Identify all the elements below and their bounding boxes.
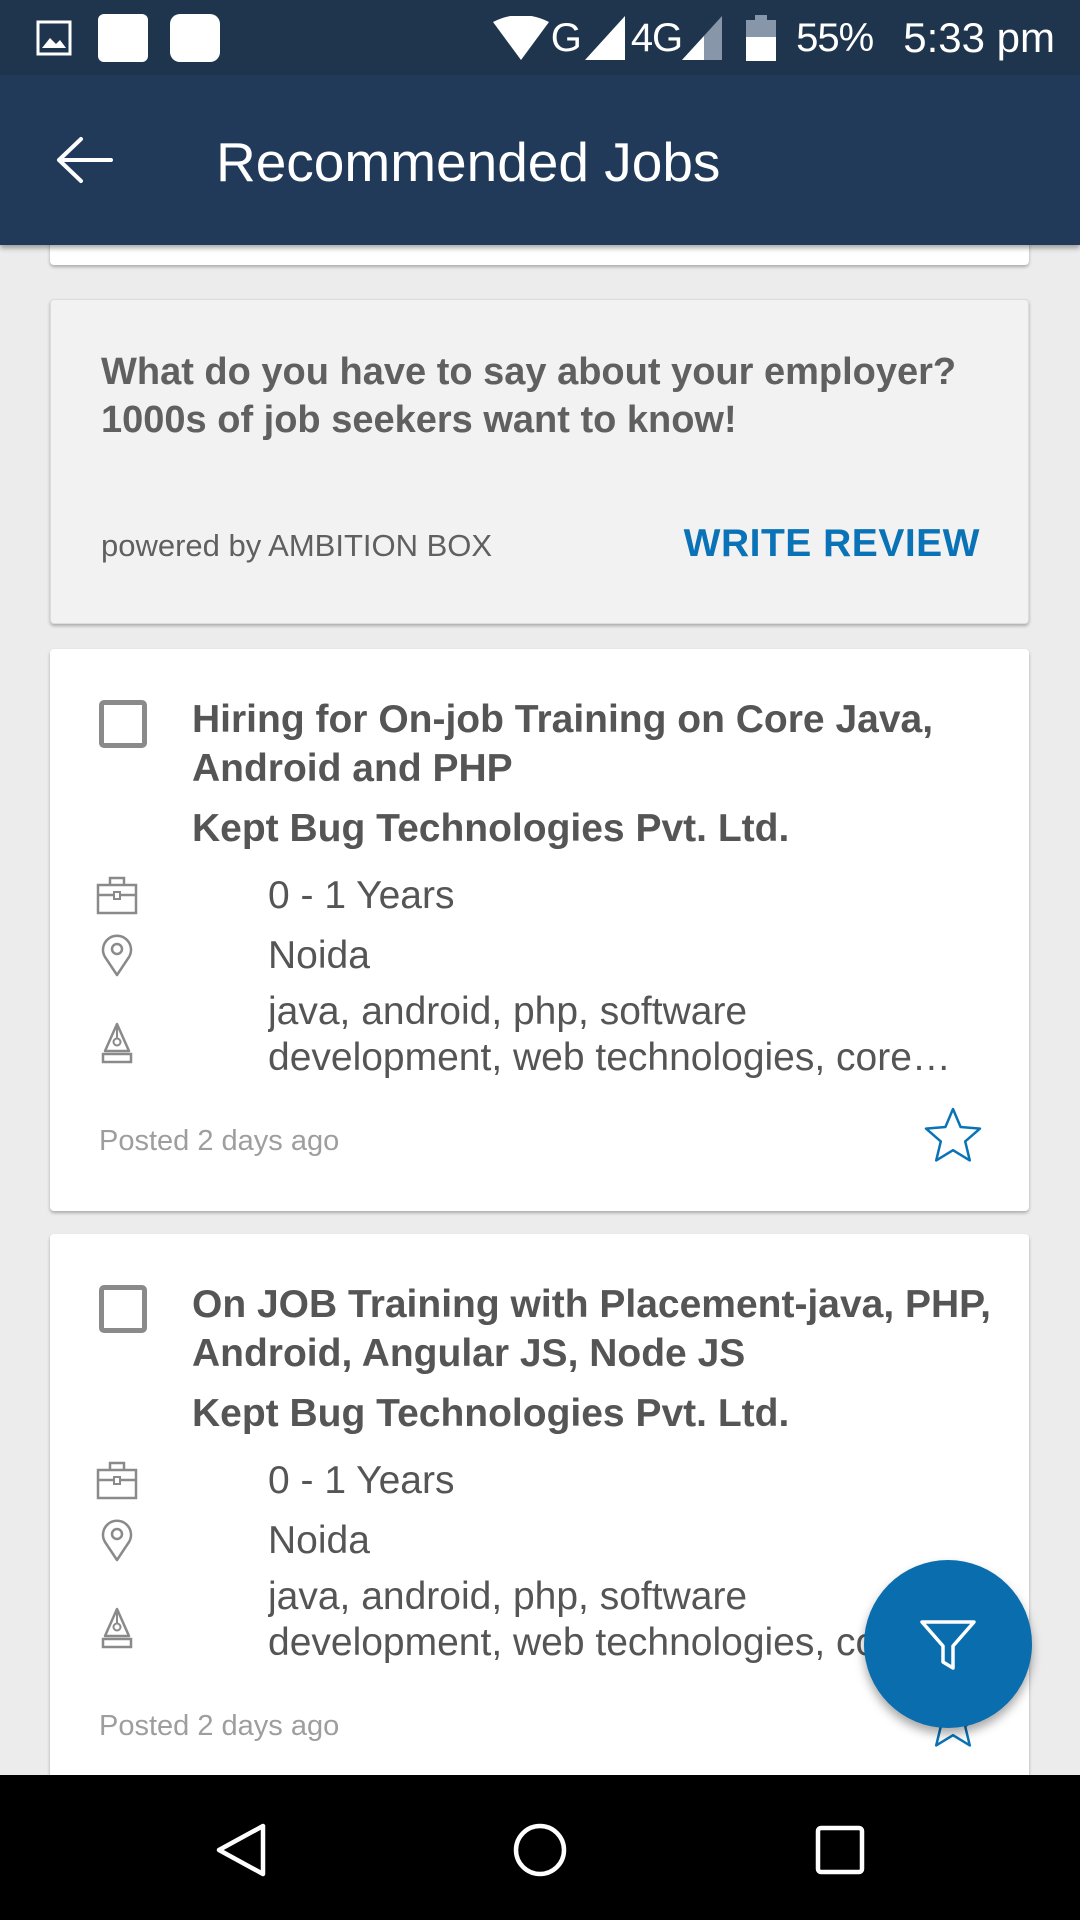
briefcase-icon bbox=[96, 876, 138, 915]
experience-text: 0 - 1 Years bbox=[268, 874, 455, 917]
app-bar: Recommended Jobs bbox=[0, 75, 1080, 245]
location-text: Noida bbox=[268, 1519, 370, 1562]
page-title: Recommended Jobs bbox=[216, 131, 721, 193]
job-title[interactable]: On JOB Training with Placement-java, PHP… bbox=[192, 1280, 992, 1378]
skills-text: java, android, php, software development… bbox=[268, 990, 951, 1079]
job-select-checkbox[interactable] bbox=[99, 700, 147, 748]
gallery-notification-icon bbox=[36, 20, 72, 56]
status-bar: G 4G 55% 5:33 pm bbox=[0, 0, 1080, 75]
signal-strength-icon bbox=[682, 16, 723, 60]
circle-home-icon bbox=[513, 1823, 567, 1877]
triangle-back-icon bbox=[216, 1823, 266, 1877]
filter-icon bbox=[920, 1620, 976, 1670]
location-pin-icon bbox=[101, 934, 133, 977]
posted-date: Posted 2 days ago bbox=[99, 1710, 340, 1742]
network-4g-label: 4G bbox=[630, 16, 683, 60]
arrow-left-icon bbox=[57, 137, 113, 183]
job-select-checkbox[interactable] bbox=[99, 1285, 147, 1333]
skills-pen-icon bbox=[101, 1022, 133, 1064]
clock: 5:33 pm bbox=[903, 14, 1055, 61]
notification-icons bbox=[36, 14, 242, 62]
job-title[interactable]: Hiring for On-job Training on Core Java,… bbox=[192, 695, 992, 793]
nav-recents-button[interactable] bbox=[795, 1805, 885, 1895]
signal-strength-icon bbox=[584, 16, 625, 60]
experience-text: 0 - 1 Years bbox=[268, 1459, 455, 1502]
wifi-icon bbox=[492, 16, 549, 60]
powered-by-label: powered by AMBITION BOX bbox=[101, 528, 493, 563]
previous-card bbox=[50, 245, 1029, 265]
system-status: G 4G 55% 5:33 pm bbox=[492, 8, 1055, 68]
nav-back-button[interactable] bbox=[196, 1805, 286, 1895]
square-recents-icon bbox=[815, 1825, 865, 1875]
system-navigation-bar bbox=[0, 1775, 1080, 1920]
location-pin-icon bbox=[101, 1519, 133, 1562]
job-feed[interactable]: What do you have to say about your emplo… bbox=[0, 245, 1080, 1775]
battery-icon bbox=[746, 15, 777, 61]
posted-date: Posted 2 days ago bbox=[99, 1125, 340, 1157]
app-notification-icon bbox=[98, 14, 148, 62]
back-button[interactable] bbox=[40, 125, 130, 195]
job-card[interactable]: Hiring for On-job Training on Core Java,… bbox=[50, 649, 1029, 1211]
network-type-label: G bbox=[550, 16, 582, 60]
star-outline-icon[interactable] bbox=[923, 1105, 983, 1165]
nav-home-button[interactable] bbox=[495, 1805, 585, 1895]
write-review-button[interactable]: WRITE REVIEW bbox=[684, 522, 980, 566]
skills-pen-icon bbox=[101, 1607, 133, 1649]
filter-button[interactable] bbox=[864, 1560, 1032, 1728]
company-name: Kept Bug Technologies Pvt. Ltd. bbox=[192, 807, 790, 850]
location-text: Noida bbox=[268, 934, 370, 977]
app-notification-icon bbox=[170, 14, 220, 62]
screen: G 4G 55% 5:33 pm Recommended Jobs What d… bbox=[0, 0, 1080, 1920]
briefcase-icon bbox=[96, 1461, 138, 1500]
review-question: What do you have to say about your emplo… bbox=[101, 351, 957, 441]
battery-percentage: 55% bbox=[796, 16, 874, 60]
company-name: Kept Bug Technologies Pvt. Ltd. bbox=[192, 1392, 790, 1435]
review-prompt-card: What do you have to say about your emplo… bbox=[50, 299, 1029, 624]
